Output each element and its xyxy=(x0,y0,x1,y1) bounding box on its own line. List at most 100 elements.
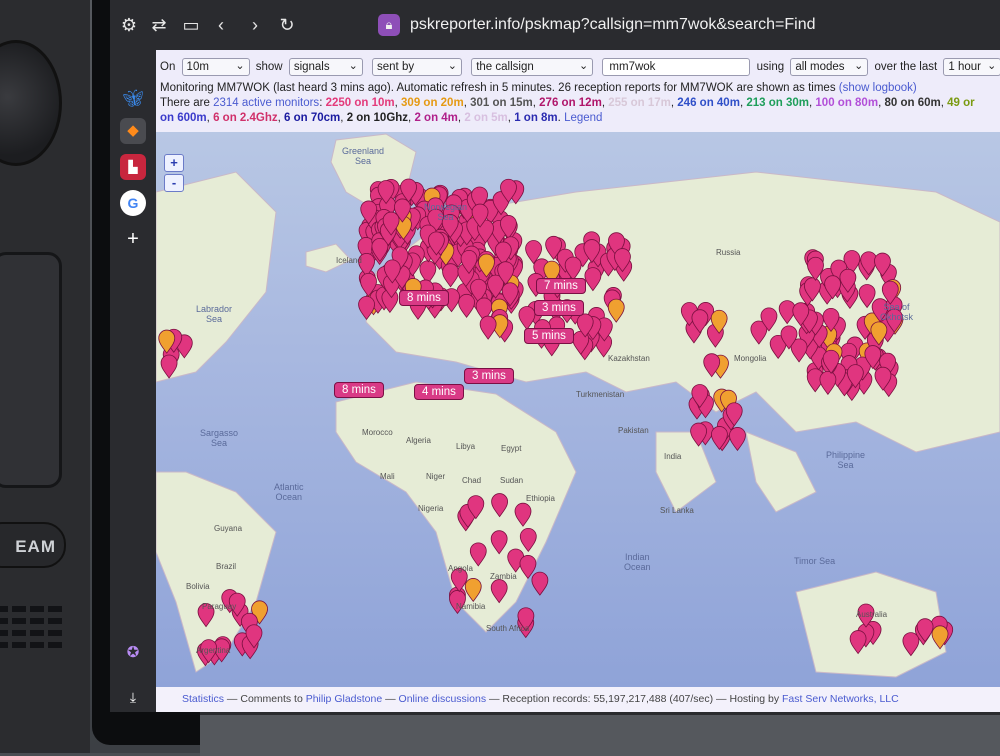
map-label-philippine-sea: Philippine Sea xyxy=(826,450,866,470)
comments-text: Comments to xyxy=(240,693,303,705)
band-count-a2: 301 on 15m xyxy=(470,97,533,109)
steam-button: EAM xyxy=(0,522,66,568)
time-tag[interactable]: 8 mins xyxy=(399,290,449,306)
sidebar-toggle-icon[interactable]: ▭ xyxy=(180,14,202,36)
browser-toolbar: ⚙ ⇄ ▭ ‹ › ↻ 🔒︎ pskreporter.info/pskmap?ca… xyxy=(110,0,1000,50)
there-are-text: There are xyxy=(160,97,210,109)
page-footer: Statistics — Comments to Philip Gladston… xyxy=(156,687,1000,712)
time-tag[interactable]: 5 mins xyxy=(524,328,574,344)
extension-icon[interactable]: ✪ xyxy=(120,640,146,666)
band-count-a9: 49 or xyxy=(947,97,975,109)
band-count-a8: 80 on 60m xyxy=(884,97,941,109)
show-logbook-link[interactable]: (show logbook) xyxy=(839,82,917,94)
band-count-a1: 309 on 20m xyxy=(401,97,464,109)
direction-select[interactable]: sent by xyxy=(372,58,463,76)
left-thumbstick xyxy=(0,40,62,166)
map-label-norwegian-sea: Norwegian Sea xyxy=(424,202,468,222)
mode-select[interactable]: all modes xyxy=(790,58,869,76)
time-tag[interactable]: 3 mins xyxy=(534,300,584,316)
monitoring-text: Monitoring MM7WOK (last heard 3 mins ago… xyxy=(160,82,836,94)
map-label-zambia: Zambia xyxy=(490,572,517,581)
bluesky-icon[interactable]: 🦋︎ xyxy=(120,86,146,112)
map-label-namibia: Namibia xyxy=(456,602,486,611)
monitoring-status: Monitoring MM7WOK (last heard 3 mins ago… xyxy=(160,82,917,94)
settings-icon[interactable]: ⚙ xyxy=(118,14,140,36)
pskreporter-page: On 10m show signals sent by the callsign… xyxy=(156,50,1000,712)
band-count-b1: 6 on 2.4Ghz xyxy=(213,112,278,124)
device-bottom-edge xyxy=(200,712,1000,756)
direction-select-value: sent by xyxy=(377,61,415,73)
zoom-out-button[interactable]: - xyxy=(164,174,184,192)
google-icon[interactable]: G xyxy=(120,190,146,216)
reception-map[interactable]: + - Greenland Sea Norwegian Sea Labrador Se… xyxy=(156,132,1000,687)
station-marker[interactable] xyxy=(531,571,549,596)
search-controls: On 10m show signals sent by the callsign… xyxy=(156,50,1000,132)
map-label-niger: Niger xyxy=(426,472,446,481)
forward-icon[interactable]: › xyxy=(244,14,266,36)
map-label-russia: Russia xyxy=(716,248,741,257)
on-label: On xyxy=(160,61,176,73)
hosting-text: Hosting by xyxy=(729,693,780,705)
band-count-a6: 213 on 30m xyxy=(746,97,809,109)
using-label: using xyxy=(756,61,785,73)
map-label-bolivia: Bolivia xyxy=(186,582,210,591)
map-label-paraguay: Paraguay xyxy=(202,602,237,611)
back-icon[interactable]: ‹ xyxy=(210,14,232,36)
time-tag[interactable]: 7 mins xyxy=(536,278,586,294)
downloads-icon[interactable]: ⤓ xyxy=(120,684,146,710)
target-select[interactable]: the callsign xyxy=(471,58,594,76)
discussions-link[interactable]: Online discussions xyxy=(399,693,487,705)
map-label-guyana: Guyana xyxy=(214,524,243,533)
map-label-kazakhstan: Kazakhstan xyxy=(608,354,650,363)
station-marker[interactable] xyxy=(729,427,746,452)
statistics-link[interactable]: Statistics xyxy=(182,693,224,705)
band-count-a4: 255 on 17m xyxy=(608,97,671,109)
show-select[interactable]: signals xyxy=(288,58,363,76)
map-label-algeria: Algeria xyxy=(406,436,431,445)
time-tag[interactable]: 3 mins xyxy=(464,368,514,384)
zoom-in-button[interactable]: + xyxy=(164,154,184,172)
band-select[interactable]: 10m xyxy=(181,58,250,76)
band-count-b2: 6 on 70cm xyxy=(284,112,341,124)
shuffle-icon[interactable]: ⇄ xyxy=(148,14,170,36)
app-icon[interactable]: ◆ xyxy=(120,118,146,144)
india-shape xyxy=(655,431,717,513)
add-panel-icon[interactable]: + xyxy=(120,226,146,252)
reload-icon[interactable]: ↻ xyxy=(276,14,298,36)
legend-link[interactable]: Legend xyxy=(564,112,602,124)
callsign-input[interactable]: mm7wok xyxy=(602,58,751,76)
mode-select-value: all modes xyxy=(795,61,845,73)
active-monitors-row: There are 2314 active monitors: 2250 on … xyxy=(160,97,975,109)
band-count-b0: on 600m xyxy=(160,112,207,124)
map-label-sudan: Sudan xyxy=(500,476,524,485)
target-select-value: the callsign xyxy=(476,61,534,73)
band-count-a3: 276 on 12m xyxy=(539,97,602,109)
callsign-input-value: mm7wok xyxy=(609,61,656,73)
map-canvas xyxy=(156,133,1000,678)
map-label-sargasso-sea: Sargasso Sea xyxy=(200,428,239,448)
period-select[interactable]: 1 hour xyxy=(943,58,1000,76)
map-label-chad: Chad xyxy=(462,476,482,485)
calendar-icon[interactable]: ▙ xyxy=(120,154,146,180)
map-label-greenland-sea: Greenland Sea xyxy=(342,146,385,166)
time-tag[interactable]: 4 mins xyxy=(414,384,464,400)
map-label-mali: Mali xyxy=(380,472,395,481)
browser-sidebar: 🦋︎ ◆ ▙ G + ✪ ⤓ xyxy=(110,50,156,712)
device-left-grip: EAM xyxy=(0,0,90,753)
address-bar[interactable]: 🔒︎ pskreporter.info/pskmap?callsign=mm7wo… xyxy=(378,9,818,41)
map-label-nigeria: Nigeria xyxy=(418,504,444,513)
map-label-libya: Libya xyxy=(456,442,476,451)
map-label-indian-ocean: Indian Ocean xyxy=(624,552,651,572)
map-label-brazil: Brazil xyxy=(216,562,237,571)
band-select-value: 10m xyxy=(186,61,209,73)
band-count-a5: 246 on 40m xyxy=(677,97,740,109)
over-label: over the last xyxy=(874,61,938,73)
site-info-icon[interactable]: 🔒︎ xyxy=(378,13,400,36)
active-monitors-link[interactable]: 2314 active monitors xyxy=(213,97,319,109)
host-link[interactable]: Fast Serv Networks, LLC xyxy=(782,693,899,705)
map-label-south-africa: South Africa xyxy=(486,624,530,633)
time-tag[interactable]: 8 mins xyxy=(334,382,384,398)
map-label-mongolia: Mongolia xyxy=(734,354,767,363)
author-link[interactable]: Philip Gladstone xyxy=(306,693,382,705)
band-count-b5: 2 on 5m xyxy=(464,112,508,124)
